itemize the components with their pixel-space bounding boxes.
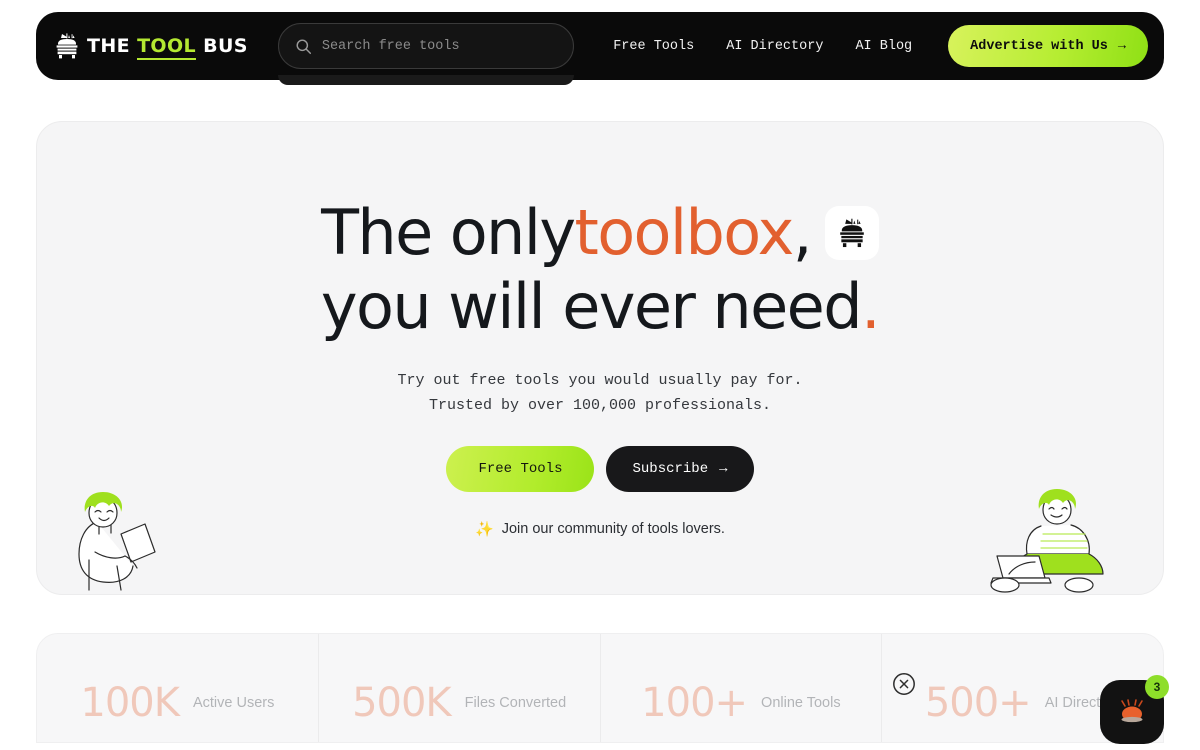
advertise-button-label: Advertise with Us xyxy=(970,38,1108,54)
advertise-button[interactable]: Advertise with Us → xyxy=(948,25,1148,67)
close-widget-button[interactable] xyxy=(892,672,916,696)
chat-unread-badge: 3 xyxy=(1145,675,1169,699)
stat-number: 100K xyxy=(80,680,180,726)
search-dropdown-edge xyxy=(277,75,574,85)
arrow-right-icon: → xyxy=(1117,38,1126,54)
stat-number: 100+ xyxy=(641,680,748,726)
illustration-person-laptop xyxy=(990,489,1104,593)
search-box[interactable] xyxy=(277,23,574,69)
brand-text: THE TOOL BUS xyxy=(87,35,248,60)
nav-item-ai-blog[interactable]: AI Blog xyxy=(855,39,912,54)
illustration-person-tablet xyxy=(78,492,156,591)
stat-label: Active Users xyxy=(192,695,275,711)
headline-part-the-only: The only xyxy=(321,196,576,269)
stat-number: 500+ xyxy=(924,680,1032,726)
main-nav: Free Tools AI Directory AI Blog Advertis… xyxy=(613,25,1164,67)
sparkles-icon: ✨ xyxy=(475,521,494,539)
search-input[interactable] xyxy=(321,38,557,54)
stat-label: Online Tools xyxy=(761,695,841,711)
brand-tool: TOOL xyxy=(137,35,197,60)
hero-subtitle: Try out free tools you would usually pay… xyxy=(37,368,1163,418)
site-header: THE TOOL BUS Free Tools AI Directory AI … xyxy=(36,12,1164,85)
subscribe-button[interactable]: Subscribe → xyxy=(606,446,754,493)
subscribe-button-label: Subscribe xyxy=(632,461,709,478)
headline-period: . xyxy=(860,270,881,343)
headline-line-2: you will ever need . xyxy=(37,276,1163,338)
page-root: THE TOOL BUS Free Tools AI Directory AI … xyxy=(0,0,1200,750)
headline-comma: , xyxy=(792,196,813,269)
crab-icon xyxy=(1121,699,1143,723)
nav-item-ai-directory[interactable]: AI Directory xyxy=(726,39,823,54)
arrow-right-icon: → xyxy=(719,461,728,478)
brand-logo[interactable]: THE TOOL BUS xyxy=(54,31,248,61)
brand-bus: BUS xyxy=(203,35,248,57)
nav-item-free-tools[interactable]: Free Tools xyxy=(613,39,694,54)
free-tools-button[interactable]: Free Tools xyxy=(446,446,595,493)
bus-badge-icon xyxy=(824,206,879,260)
stat-label: Files Converted xyxy=(464,695,567,711)
bus-icon xyxy=(56,33,78,59)
stat-item: 100K Active Users xyxy=(37,634,318,742)
subtitle-line-2: Trusted by over 100,000 professionals. xyxy=(428,397,772,415)
subtitle-line-1: Try out free tools you would usually pay… xyxy=(397,372,803,389)
chat-widget-button[interactable]: 3 xyxy=(1100,675,1169,744)
page-title: The only toolbox , you will ever need . xyxy=(37,122,1163,338)
community-text: Join our community of tools lovers. xyxy=(501,521,725,538)
stat-item: 500K Files Converted xyxy=(317,634,600,742)
stat-number: 500K xyxy=(352,680,452,726)
brand-the: THE xyxy=(87,35,131,57)
headline-line-1: The only toolbox , xyxy=(37,202,1163,264)
headline-part-toolbox: toolbox xyxy=(574,196,794,269)
search-icon xyxy=(296,38,311,54)
headline-part-ever-need: you will ever need xyxy=(320,270,863,343)
bus-icon-small xyxy=(840,218,864,248)
stats-bar: 100K Active Users 500K Files Converted 1… xyxy=(36,633,1164,743)
search-area xyxy=(277,23,574,85)
stat-item: 100+ Online Tools xyxy=(599,634,882,742)
hero-card: The only toolbox , you will ever need . … xyxy=(36,121,1164,595)
